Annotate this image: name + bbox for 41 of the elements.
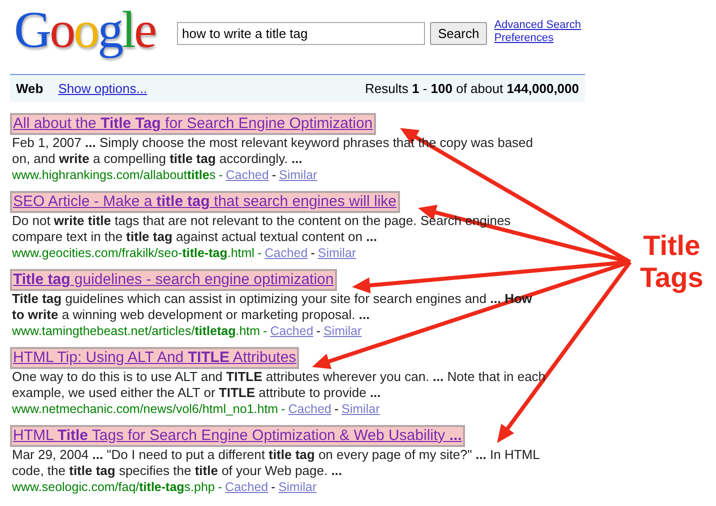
separator: - [333, 401, 340, 417]
cached-link[interactable]: Cached [288, 401, 332, 417]
result-snippet: Mar 29, 2004 ... "Do I need to put a different title tag on every page of my site?" ... In HTML code, the title tag specifies the title of your Web page. ... [12, 447, 540, 479]
separator: - [270, 167, 278, 183]
header-link[interactable]: Preferences [494, 32, 582, 45]
search-field[interactable]: how to write a title tag [177, 22, 425, 45]
similar-link[interactable]: Similar [323, 323, 362, 339]
separator: - [256, 245, 263, 261]
show-options-link[interactable]: Show options... [58, 78, 148, 98]
result-title[interactable]: Title tag guidelines - search engine optimization [10, 269, 337, 291]
result-url: www.highrankings.com/allabouttitles [12, 167, 216, 183]
result-url: www.tamingthebeast.net/articles/titletag.htm [12, 323, 260, 339]
result-snippet: One way to do this is to use ALT and TITLE attributes wherever you can. ... Note that in each example, we used either the ALT or TITLE attribute to provide ... [12, 369, 547, 401]
cached-link[interactable]: Cached [264, 245, 308, 261]
similar-link[interactable]: Similar [342, 401, 380, 417]
separator: - [270, 479, 276, 495]
result-title[interactable]: All about the Title Tag for Search Engine Optimization [10, 113, 376, 135]
result-url: www.seologic.com/faq/title-tags.php [12, 479, 215, 495]
search-button[interactable]: Search [430, 22, 488, 45]
separator: - [310, 245, 316, 261]
similar-link[interactable]: Similar [278, 479, 317, 495]
result-title[interactable]: HTML Title Tags for Search Engine Optimization & Web Usability ... [10, 425, 465, 447]
result-url: www.netmechanic.com/news/vol6/html_no1.htm [12, 401, 278, 417]
separator: - [280, 401, 286, 417]
cached-link[interactable]: Cached [226, 167, 269, 183]
similar-link[interactable]: Similar [318, 245, 356, 261]
result-title[interactable]: HTML Tip: Using ALT And TITLE Attributes [10, 347, 300, 369]
separator: - [262, 323, 268, 339]
header-link[interactable]: Advanced Search [494, 19, 582, 32]
results-count: Results 1 - 100 of about 144,000,000 [365, 80, 579, 98]
cached-link[interactable]: Cached [225, 479, 268, 495]
result-title[interactable]: SEO Article - Make a title tag that search engines will like [10, 191, 400, 213]
separator: - [218, 167, 224, 183]
separator: - [216, 479, 224, 495]
web-tab[interactable]: Web [16, 78, 44, 98]
result-url: www.geocities.com/frakilk/seo-title-tag.html [12, 245, 254, 261]
similar-link[interactable]: Similar [279, 167, 318, 183]
cached-link[interactable]: Cached [270, 323, 314, 339]
annotation-label: Title Tags [640, 230, 704, 294]
separator: - [315, 323, 322, 339]
logo: Google [14, 4, 154, 58]
